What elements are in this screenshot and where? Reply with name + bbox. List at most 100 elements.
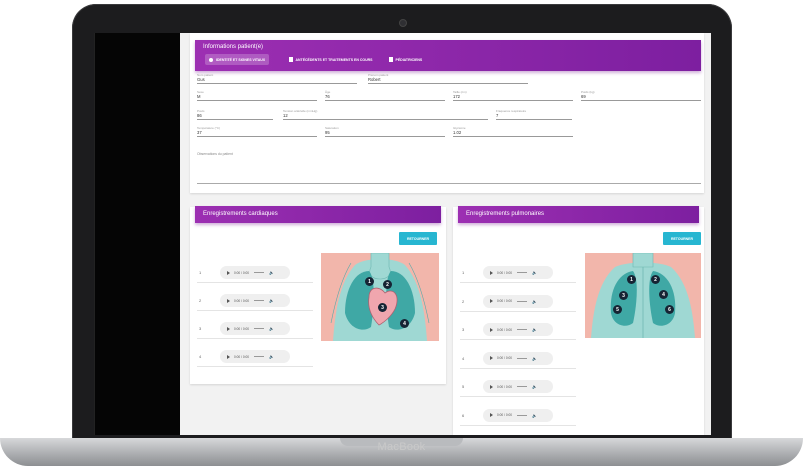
audio-time: 0:00 / 0:00	[234, 298, 250, 303]
notes-input[interactable]	[197, 183, 701, 184]
volume-icon[interactable]: 🔈	[269, 298, 274, 303]
field-tension[interactable]: Tension artérielle (mmHg) 12	[283, 109, 488, 120]
volume-icon[interactable]: 🔈	[532, 413, 537, 418]
play-icon[interactable]	[490, 384, 493, 389]
record-divider	[197, 282, 313, 283]
field-taille[interactable]: Taille (cm) 172	[453, 90, 573, 101]
auscultation-point-3: 3	[378, 303, 387, 312]
field-glycemie[interactable]: Glycémie 1.02	[453, 126, 573, 137]
field-age[interactable]: Âge 76	[325, 90, 445, 101]
volume-icon[interactable]: 🔈	[532, 356, 537, 361]
volume-icon[interactable]: 🔈	[532, 327, 537, 332]
record-number: 4	[199, 354, 202, 359]
audio-time: 0:00 / 0:00	[497, 270, 513, 275]
cardiac-title: Enregistrements cardiaques	[203, 211, 278, 217]
field-prenom[interactable]: Prénom patient Robert	[368, 73, 528, 84]
audio-player[interactable]: 0:00 / 0:00 🔈	[220, 350, 290, 363]
record-divider	[197, 338, 313, 339]
tab-antecedents[interactable]: ANTÉCÉDENTS ET TRAITEMENTS EN COURS	[285, 54, 377, 65]
auscultation-point-2: 2	[651, 275, 660, 284]
play-icon[interactable]	[227, 298, 230, 303]
audio-progress-bar[interactable]	[517, 329, 528, 330]
record-divider	[197, 310, 313, 311]
audio-progress-bar[interactable]	[517, 272, 528, 273]
audio-progress-bar[interactable]	[517, 357, 528, 359]
cardiac-return-button[interactable]: RETOURNER	[399, 232, 437, 245]
audio-progress-bar[interactable]	[254, 328, 265, 329]
tab-identite[interactable]: IDENTITÉ ET SIGNES VITAUX	[205, 54, 270, 65]
audio-time: 0:00 / 0:00	[497, 413, 513, 417]
audio-progress-bar[interactable]	[254, 272, 265, 273]
back-illustration-svg	[591, 253, 695, 338]
pulmonary-card: Enregistrements pulmonaires RETOURNER 1 0…	[453, 206, 704, 435]
audio-time: 0:00 / 0:00	[497, 327, 513, 332]
cardiac-header: Enregistrements cardiaques	[195, 206, 441, 223]
play-icon[interactable]	[490, 270, 493, 275]
auscultation-point-4: 4	[400, 319, 409, 328]
auscultation-point-1: 1	[627, 275, 636, 284]
audio-player[interactable]: 0:00 / 0:00 🔈	[220, 322, 290, 335]
play-icon[interactable]	[490, 299, 493, 303]
field-freq-resp[interactable]: Fréquence respiratoire 7	[496, 109, 572, 120]
neck-shape	[632, 253, 654, 268]
neck-shape	[369, 253, 391, 280]
audio-player[interactable]: 0:00 / 0:00 🔈	[483, 351, 553, 365]
camera-icon	[399, 19, 407, 27]
record-divider	[460, 339, 576, 340]
record-divider	[197, 366, 313, 367]
document-icon	[289, 57, 293, 62]
volume-icon[interactable]: 🔈	[269, 354, 274, 359]
field-temperature[interactable]: Température (°C) 37	[197, 126, 317, 137]
tab-pediatriciens-label: PÉDIATRICIENS	[395, 57, 423, 62]
audio-player[interactable]: 0:00 / 0:00 🔈	[483, 408, 553, 422]
audio-progress-bar[interactable]	[517, 386, 528, 387]
audio-player[interactable]: 0:00 / 0:00 🔈	[483, 294, 553, 308]
tab-pediatriciens[interactable]: PÉDIATRICIENS	[385, 54, 426, 65]
audio-progress-bar[interactable]	[254, 356, 265, 357]
sidebar	[94, 33, 180, 435]
field-nom[interactable]: Nom patient Gus	[197, 73, 357, 84]
audio-time: 0:00 / 0:00	[234, 354, 250, 359]
screen: Informations patient(e) IDENTITÉ ET SIGN…	[94, 33, 711, 435]
volume-icon[interactable]: 🔈	[269, 326, 274, 331]
tab-antecedents-label: ANTÉCÉDENTS ET TRAITEMENTS EN COURS	[295, 57, 373, 62]
play-icon[interactable]	[227, 270, 230, 275]
volume-icon[interactable]: 🔈	[532, 299, 537, 304]
pulmonary-header: Enregistrements pulmonaires	[458, 206, 699, 223]
play-icon[interactable]	[490, 356, 493, 360]
auscultation-point-2: 2	[383, 280, 392, 289]
pulmonary-title: Enregistrements pulmonaires	[466, 211, 545, 217]
field-poids[interactable]: Poids (kg) 69	[581, 90, 701, 101]
patient-info-header: Informations patient(e) IDENTITÉ ET SIGN…	[195, 40, 701, 71]
audio-player[interactable]: 0:00 / 0:00 🔈	[220, 294, 290, 307]
auscultation-point-4: 4	[659, 290, 668, 299]
heart-illustration-svg	[330, 253, 430, 341]
audio-time: 0:00 / 0:00	[497, 384, 513, 389]
record-number: 2	[199, 298, 202, 303]
audio-player[interactable]: 0:00 / 0:00 🔈	[483, 266, 553, 279]
field-pouls[interactable]: Pouls 86	[197, 109, 273, 120]
audio-progress-bar[interactable]	[517, 414, 528, 416]
field-saturation[interactable]: Saturation 95	[325, 126, 445, 137]
play-icon[interactable]	[227, 354, 230, 359]
volume-icon[interactable]: 🔈	[532, 270, 537, 275]
audio-progress-bar[interactable]	[254, 300, 265, 301]
heart-illustration: 1 2 3 4	[321, 253, 439, 341]
volume-icon[interactable]: 🔈	[269, 270, 274, 275]
pulmonary-return-button[interactable]: RETOURNER	[663, 232, 701, 245]
auscultation-point-3: 3	[619, 291, 628, 300]
play-icon[interactable]	[490, 413, 493, 417]
audio-progress-bar[interactable]	[517, 300, 528, 302]
audio-player[interactable]: 0:00 / 0:00 🔈	[483, 380, 553, 393]
volume-icon[interactable]: 🔈	[532, 384, 537, 389]
audio-time: 0:00 / 0:00	[497, 299, 513, 303]
audio-player[interactable]: 0:00 / 0:00 🔈	[220, 266, 290, 279]
field-sexe[interactable]: Sexe M	[197, 90, 317, 101]
record-divider	[460, 424, 576, 425]
cardiac-card: Enregistrements cardiaques RETOURNER 1 0:…	[190, 206, 446, 384]
play-icon[interactable]	[490, 327, 493, 332]
patient-info-title: Informations patient(e)	[203, 44, 264, 50]
audio-player[interactable]: 0:00 / 0:00 🔈	[483, 323, 553, 336]
play-icon[interactable]	[227, 326, 230, 331]
record-number: 1	[199, 270, 202, 275]
